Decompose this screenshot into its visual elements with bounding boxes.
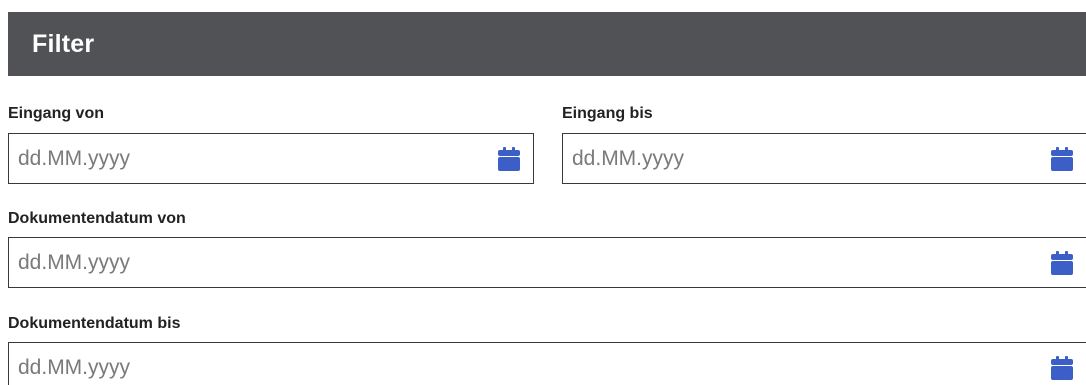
eingang-bis-label: Eingang bis — [562, 105, 653, 122]
calendar-icon[interactable] — [497, 145, 521, 173]
calendar-icon[interactable] — [1050, 354, 1074, 382]
dokumentendatum-von-field — [8, 237, 1086, 288]
eingang-von-field — [8, 133, 534, 184]
dokumentendatum-bis-input[interactable] — [9, 343, 1050, 385]
calendar-icon[interactable] — [1050, 145, 1074, 173]
calendar-icon[interactable] — [1050, 249, 1074, 277]
dokumentendatum-bis-field — [8, 342, 1086, 385]
eingang-von-label: Eingang von — [8, 105, 104, 122]
dokumentendatum-bis-label: Dokumentendatum bis — [8, 315, 181, 332]
eingang-bis-input[interactable] — [563, 134, 1050, 183]
filter-title: Filter — [32, 29, 95, 58]
dokumentendatum-von-label: Dokumentendatum von — [8, 210, 186, 227]
eingang-von-input[interactable] — [9, 134, 497, 183]
filter-panel: Filter Eingang von Eingang bis Dokume — [0, 0, 1086, 385]
dokumentendatum-von-input[interactable] — [9, 238, 1050, 287]
filter-header: Filter — [8, 12, 1086, 76]
eingang-bis-field — [562, 133, 1086, 184]
